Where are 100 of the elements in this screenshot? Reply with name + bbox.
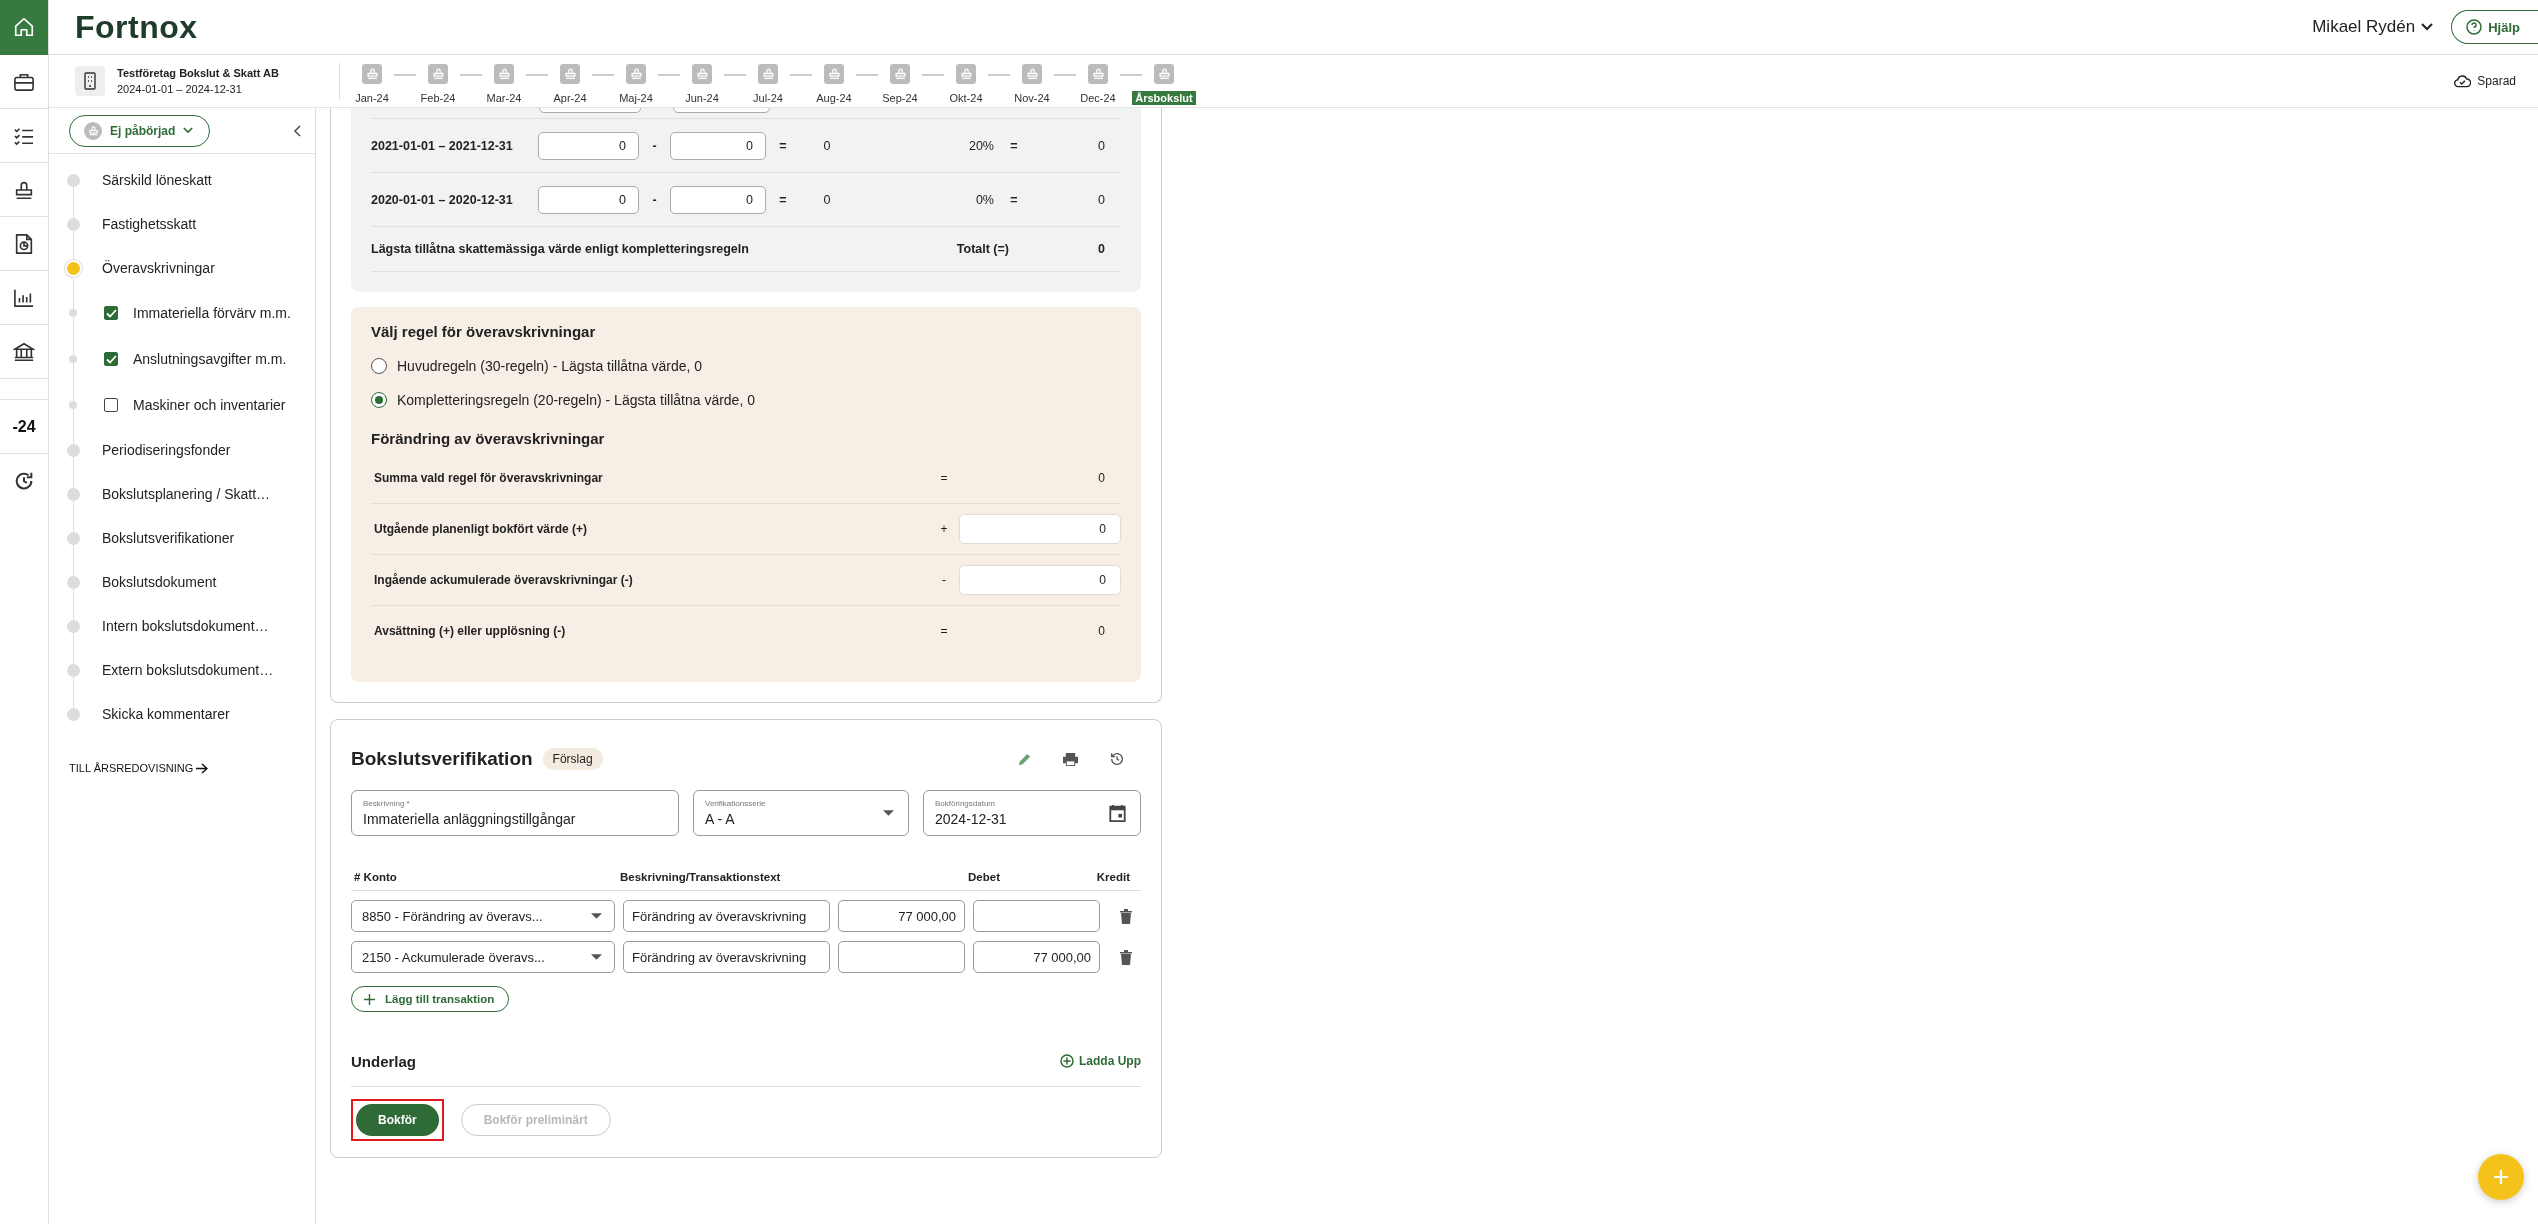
plus-icon <box>364 993 375 1005</box>
total-value: 0 <box>1097 242 1105 256</box>
upload-button[interactable]: Ladda Upp <box>1060 1054 1141 1068</box>
briefcase-icon[interactable] <box>13 71 35 92</box>
sidebar-item[interactable]: Extern bokslutsdokument… <box>102 662 274 678</box>
operator: - <box>651 138 658 153</box>
radio-button[interactable] <box>371 358 387 374</box>
book-button[interactable]: Bokför <box>356 1104 439 1136</box>
year-button[interactable]: -24 <box>12 417 36 436</box>
sidebar-item[interactable]: Intern bokslutsdokument… <box>102 618 269 634</box>
checkbox[interactable] <box>104 306 118 320</box>
arrow-right-icon <box>196 762 209 774</box>
sidebar-item[interactable]: Periodiseringsfonder <box>102 442 231 458</box>
home-icon <box>13 16 35 38</box>
period-tab[interactable]: Jun-24 <box>682 90 722 105</box>
trash-icon[interactable] <box>1120 949 1132 965</box>
radio-label[interactable]: Kompletteringsregeln (20-regeln) - Lägsta tillåtna värde, 0 <box>397 392 755 408</box>
series-dropdown[interactable]: Verifikationsserie A - A <box>693 790 909 836</box>
chevron-down-icon <box>183 127 194 134</box>
operator: - <box>941 573 947 587</box>
cloud-check-icon <box>2454 74 2472 88</box>
plus-circle-icon <box>1060 1054 1074 1068</box>
caret-icon <box>591 913 602 919</box>
period-tab[interactable]: Feb-24 <box>417 90 459 105</box>
credit-field[interactable]: 77 000,00 <box>973 941 1100 973</box>
operator: = <box>778 192 788 207</box>
percent-value: 0% <box>974 192 994 207</box>
input-field[interactable]: 0 <box>959 514 1121 544</box>
period-tab[interactable]: Maj-24 <box>616 90 656 105</box>
input-field[interactable]: 0 <box>670 131 766 160</box>
credit-field[interactable] <box>973 900 1100 932</box>
edit-icon[interactable] <box>1017 751 1032 767</box>
radio-label[interactable]: Huvudregeln (30-regeln) - Lägsta tillåtna värde, 0 <box>397 358 703 374</box>
user-menu[interactable]: Mikael Rydén <box>2312 17 2434 37</box>
section-title: Förändring av överavskrivningar <box>371 430 606 447</box>
home-nav-button[interactable] <box>0 0 48 55</box>
row-label: Summa vald regel för överavskrivningar <box>374 471 604 485</box>
sidebar-item[interactable]: Bokslutsdokument <box>102 574 217 590</box>
checkbox[interactable] <box>104 398 118 412</box>
substep-dot <box>69 401 77 409</box>
radio-button[interactable] <box>371 392 387 408</box>
description-field[interactable]: Beskrivning * Immateriella anläggningstillgångar <box>351 790 679 836</box>
sidebar-subitem[interactable]: Immateriella förvärv m.m. <box>133 305 291 321</box>
section-title: Välj regel för överavskrivningar <box>371 323 597 340</box>
logo: Fortnox <box>75 8 198 46</box>
period-tab[interactable]: Nov-24 <box>1011 90 1053 105</box>
history-icon[interactable] <box>13 470 35 492</box>
sidebar-item[interactable]: Överavskrivningar <box>102 260 215 276</box>
amount-value: 0 <box>1097 192 1105 207</box>
annual-report-link[interactable]: TILL ÅRSREDOVISNING <box>69 762 209 774</box>
total-label: Lägsta tillåtna skattemässiga värde enligt kompletteringsregeln <box>371 242 750 256</box>
caret-icon <box>883 810 894 816</box>
input-field[interactable]: 0 <box>538 131 639 160</box>
period-tab[interactable]: Okt-24 <box>946 90 986 105</box>
plus-icon <box>2492 1168 2510 1186</box>
period-tab[interactable]: Apr-24 <box>550 90 590 105</box>
collapse-icon[interactable] <box>293 124 301 137</box>
document-chart-icon[interactable] <box>14 232 34 255</box>
print-icon[interactable] <box>1062 751 1079 767</box>
period-tab[interactable]: Aug-24 <box>813 90 855 105</box>
sidebar-item[interactable]: Bokslutsverifikationer <box>102 530 235 546</box>
period-tab[interactable]: Mar-24 <box>483 90 525 105</box>
operator: = <box>1009 192 1019 207</box>
input-field[interactable]: Förändring av överavskrivning <box>623 941 830 973</box>
substep-dot <box>69 355 77 363</box>
calendar-icon <box>1109 804 1126 822</box>
company-name: Testföretag Bokslut & Skatt AB <box>117 67 279 79</box>
result-value: 0 <box>822 192 832 207</box>
period-tab[interactable]: Jul-24 <box>750 90 786 105</box>
checkbox[interactable] <box>104 352 118 366</box>
debit-field[interactable]: 77 000,00 <box>838 900 965 932</box>
column-header: # Konto <box>354 871 398 883</box>
help-icon <box>2466 19 2483 35</box>
period-tab[interactable]: Sep-24 <box>879 90 921 105</box>
column-header: Beskrivning/Transaktionstext <box>620 871 782 883</box>
row-value: 0 <box>1097 624 1106 638</box>
input-field[interactable]: Förändring av överavskrivning <box>623 900 830 932</box>
debit-field[interactable] <box>838 941 965 973</box>
operator: - <box>651 192 658 207</box>
input-field[interactable]: 0 <box>670 185 766 214</box>
period-tab[interactable]: Årsbokslut <box>1132 90 1196 105</box>
bar-chart-icon[interactable] <box>13 287 35 308</box>
sidebar-subitem[interactable]: Maskiner och inventarier <box>133 397 286 413</box>
sidebar-item[interactable]: Särskild löneskatt <box>102 172 212 188</box>
account-dropdown[interactable]: 8850 - Förändring av överavs... <box>351 900 615 932</box>
sidebar-item[interactable]: Fastighetsskatt <box>102 216 197 232</box>
period-label: 2021-01-01 – 2021-12-31 <box>371 138 514 153</box>
sidebar-item[interactable]: Bokslutsplanering / Skatt… <box>102 486 271 502</box>
sidebar-subitem[interactable]: Anslutningsavgifter m.m. <box>133 351 287 367</box>
bank-icon[interactable] <box>13 340 35 363</box>
input-field[interactable]: 0 <box>538 185 639 214</box>
period-tab[interactable]: Jan-24 <box>352 90 392 105</box>
period-label: 2020-01-01 – 2020-12-31 <box>371 192 514 207</box>
sidebar-item[interactable]: Skicka kommentarer <box>102 706 230 722</box>
history-icon[interactable] <box>1109 751 1125 767</box>
period-tab[interactable]: Dec-24 <box>1077 90 1119 105</box>
input-field[interactable]: 0 <box>959 565 1121 595</box>
date-field[interactable]: Bokföringsdatum 2024-12-31 <box>923 790 1141 836</box>
trash-icon[interactable] <box>1120 908 1132 924</box>
account-dropdown[interactable]: 2150 - Ackumulerade överavs... <box>351 941 615 973</box>
